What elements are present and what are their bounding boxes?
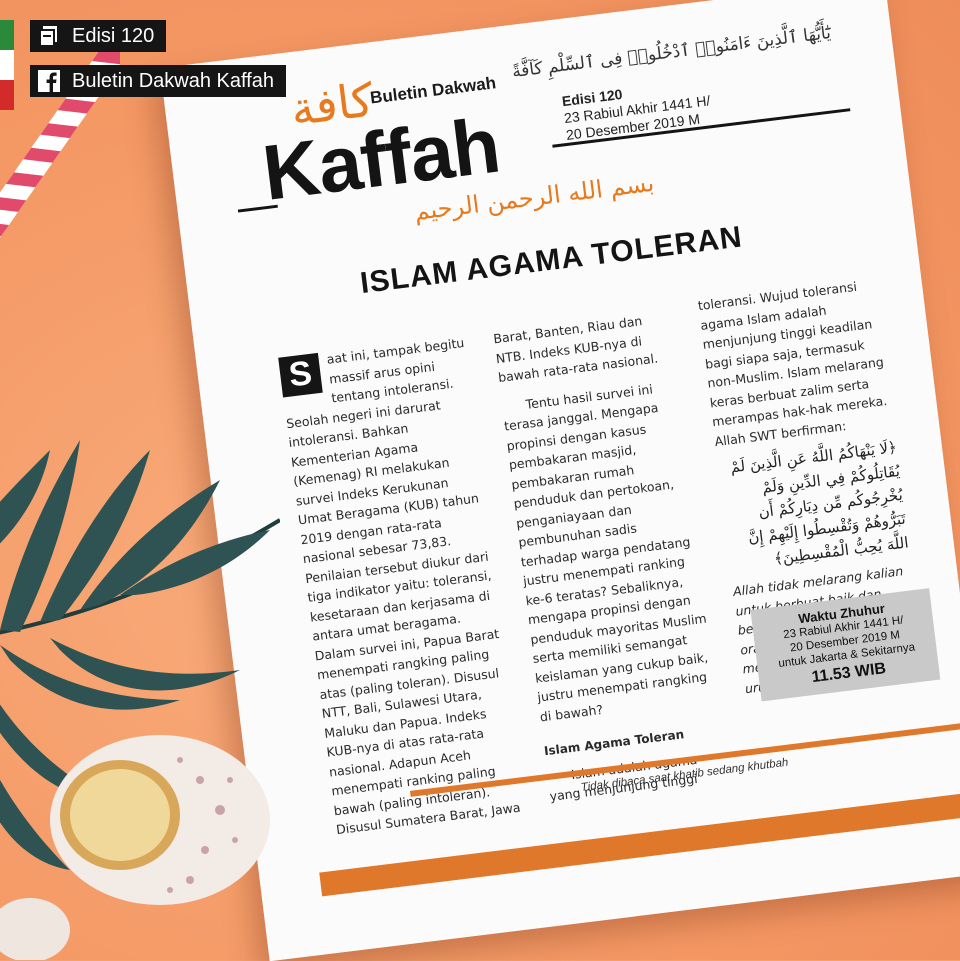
column-1-text: aat ini, tampak begitu massif arus opini…: [285, 335, 522, 838]
column-2-text-a: Barat, Banten, Riau dan NTB. Indeks KUB-…: [492, 313, 659, 386]
edition-tag: Edisi 120: [30, 20, 167, 52]
column-2-text-b: Tentu hasil survei ini terasa janggal. M…: [503, 380, 709, 724]
facebook-icon: [38, 70, 60, 92]
document-icon: [38, 25, 60, 47]
header-ayat: يَٰٓأَيُّهَا ٱلَّذِينَ ءَامَنُوا۟ ٱدْخُل…: [511, 23, 832, 83]
article-column-2: Barat, Banten, Riau dan NTB. Indeks KUB-…: [492, 308, 727, 807]
edition-info: Edisi 120 23 Rabiul Akhir 1441 H/ 20 Des…: [561, 75, 713, 144]
article-column-1: S aat ini, tampak begitu massif arus opi…: [278, 333, 526, 840]
page-tag-label: Buletin Dakwah Kaffah: [72, 69, 274, 92]
drop-cap: S: [278, 352, 323, 398]
seashell-small-decoration: [0, 898, 70, 960]
bulletin-paper: يَٰٓأَيُّهَا ٱلَّذِينَ ءَامَنُوا۟ ٱدْخُل…: [160, 0, 960, 961]
quran-verse: ﴿لَا يَنْهَاكُمُ اللَّهُ عَنِ الَّذِينَ …: [729, 438, 910, 568]
page-tag[interactable]: Buletin Dakwah Kaffah: [30, 65, 286, 97]
column-3-text-a: toleransi. Wujud toleransi agama Islam a…: [697, 278, 888, 449]
edition-tag-label: Edisi 120: [72, 24, 155, 47]
